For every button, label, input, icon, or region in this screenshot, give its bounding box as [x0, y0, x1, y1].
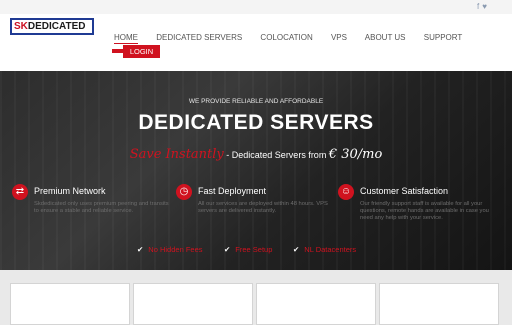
login-button[interactable]: LOGIN — [123, 45, 160, 58]
nav-home[interactable]: HOME — [114, 33, 138, 44]
logo[interactable]: SKDEDICATED — [10, 18, 94, 35]
nav-about-us[interactable]: ABOUT US — [365, 33, 406, 42]
content-card — [10, 283, 130, 325]
content-card — [379, 283, 499, 325]
hero-banner: WE PROVIDE RELIABLE AND AFFORDABLE DEDIC… — [0, 71, 512, 270]
check-nl-datacenters: ✔ NL Datacenters — [293, 245, 357, 254]
nav-support[interactable]: SUPPORT — [424, 33, 463, 42]
main-menu: HOME DEDICATED SERVERS COLOCATION VPS AB… — [114, 33, 478, 44]
check-icon: ✔ — [137, 245, 144, 254]
twitter-icon[interactable]: ♥ — [482, 2, 490, 11]
clock-icon: ◷ — [176, 184, 192, 200]
hero-tagline: WE PROVIDE RELIABLE AND AFFORDABLE — [188, 98, 324, 105]
top-bar: f♥ — [0, 0, 512, 14]
network-icon: ⇄ — [12, 184, 28, 200]
nav-colocation[interactable]: COLOCATION — [260, 33, 312, 42]
check-icon: ✔ — [224, 245, 231, 254]
smiley-icon: ☺ — [338, 184, 354, 200]
content-card — [133, 283, 253, 325]
content-cards — [0, 283, 512, 325]
check-icon: ✔ — [293, 245, 300, 254]
social-links[interactable]: f♥ — [477, 2, 490, 11]
check-no-hidden-fees: ✔ No Hidden Fees — [137, 245, 203, 254]
check-free-setup: ✔ Free Setup — [224, 245, 273, 254]
hero-headline: DEDICATED SERVERS — [138, 111, 374, 134]
nav-dedicated-servers[interactable]: DEDICATED SERVERS — [156, 33, 242, 42]
hero-price-line: Save Instantly - Dedicated Servers from … — [129, 147, 383, 162]
login-tab-accent — [112, 49, 123, 53]
content-card — [256, 283, 376, 325]
nav-vps[interactable]: VPS — [331, 33, 347, 42]
